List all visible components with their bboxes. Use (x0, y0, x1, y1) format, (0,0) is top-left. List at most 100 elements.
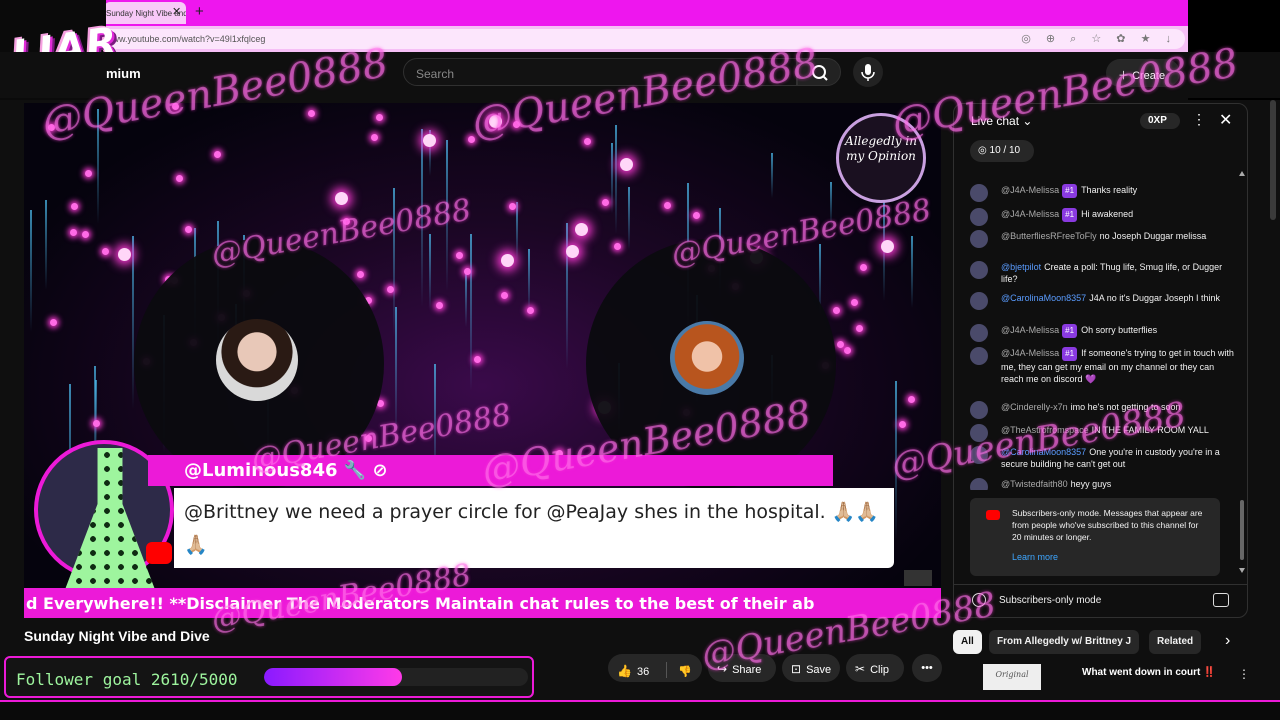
chat-message[interactable]: @Cinderelly-x7n imo he's not getting to s… (970, 401, 1235, 419)
sparkle (833, 307, 840, 314)
voice-search-button[interactable] (853, 57, 883, 87)
new-tab-icon[interactable]: + (195, 3, 204, 20)
info-icon[interactable]: i (972, 593, 986, 607)
more-actions-button[interactable]: ••• (912, 654, 942, 682)
search-input[interactable]: Search (403, 58, 797, 86)
sparkle (102, 248, 109, 255)
chat-author[interactable]: @Cinderelly-x7n (1001, 402, 1068, 412)
sparkle (172, 103, 179, 110)
filter-chips: All From Allegedly w/ Brittney J Related… (953, 630, 1253, 656)
related-thumbnail[interactable]: Original (983, 664, 1041, 690)
avatar[interactable] (970, 230, 988, 248)
follower-goal-bar (264, 668, 528, 686)
sparkle (456, 252, 463, 259)
kebab-icon[interactable]: ⋮ (1238, 667, 1250, 681)
brand-label[interactable]: mium (106, 66, 141, 81)
related-video-title[interactable]: What went down in court ‼️ (1082, 667, 1216, 678)
chat-menu-icon[interactable]: ⋮ (1192, 111, 1206, 128)
chat-message[interactable]: @J4A-Melissa #1 If someone's trying to get… (970, 347, 1235, 385)
thumbs-down-icon[interactable]: 👎 (678, 666, 692, 678)
chat-message[interactable]: @CarolinaMoon8357 J4A no it's Duggar Jose… (970, 292, 1235, 310)
chat-message[interactable]: @J4A-Melissa #1 Oh sorry butterflies (970, 324, 1235, 342)
page-scrollbar[interactable] (1270, 100, 1276, 220)
chat-text: Thanks reality (1081, 185, 1138, 195)
close-icon[interactable]: ✕ (1219, 110, 1232, 130)
search-button[interactable] (797, 58, 841, 86)
moderator-ticker: d Everywhere!! **Disclaimer The Moderato… (24, 588, 941, 618)
chat-message[interactable]: @TheAstrofromspace IN THE FAMILY ROOM YAL… (970, 424, 1235, 442)
avatar[interactable] (970, 208, 988, 226)
live-chat-title[interactable]: Live chat ⌄ (971, 114, 1032, 128)
emoji-picker-icon[interactable] (1213, 593, 1229, 607)
featured-comment-text: @Brittney we need a prayer circle for @P… (174, 488, 894, 568)
avatar[interactable] (970, 184, 988, 202)
like-count[interactable]: 36 (637, 666, 649, 678)
avatar[interactable] (970, 446, 988, 464)
avatar[interactable] (970, 347, 988, 365)
clip-button[interactable]: ✂ Clip (846, 654, 904, 682)
chat-message[interactable]: @J4A-Melissa #1 Hi awakened (970, 208, 1235, 226)
chat-author[interactable]: @TheAstrofromspace (1001, 425, 1089, 435)
avatar[interactable] (970, 478, 988, 490)
follower-goal-label: Follower goal 2610/5000 (16, 670, 238, 689)
avatar[interactable] (970, 401, 988, 419)
chat-author[interactable]: @J4A-Melissa (1001, 209, 1059, 219)
chat-author[interactable]: @J4A-Melissa (1001, 348, 1059, 358)
chat-message[interactable]: @ButterfliesRFreeToFly no Joseph Duggar m… (970, 230, 1235, 248)
bookmark-icon: ⊡ (791, 662, 802, 676)
chat-author[interactable]: @J4A-Melissa (1001, 325, 1059, 335)
share-button[interactable]: ↪ Share (708, 654, 776, 682)
like-dislike-group: 👍 36 👎 (608, 654, 702, 682)
chat-message-body: @J4A-Melissa #1 If someone's trying to get… (1001, 347, 1235, 385)
thumbs-up-icon[interactable]: 👍 (617, 664, 632, 678)
live-chat-title-text: Live chat (971, 114, 1020, 128)
sparkle (501, 254, 514, 267)
url-text: www.youtube.com/watch?v=49l1xfqlceg (106, 34, 266, 44)
chip-from-channel[interactable]: From Allegedly w/ Brittney J (989, 630, 1140, 654)
chip-related[interactable]: Related (1149, 630, 1202, 654)
chat-author[interactable]: @CarolinaMoon8357 (1001, 293, 1086, 303)
light-streak (911, 236, 913, 308)
allegedly-logo: Allegedly in my Opinion (836, 113, 926, 203)
save-button[interactable]: ⊡ Save (782, 654, 840, 682)
xp-badge[interactable]: 0XP (1140, 113, 1180, 129)
address-bar-icons[interactable]: ◎ ⊕ ⌕ ☆ ✿ ★ ↓ (1021, 32, 1177, 46)
url-field[interactable]: www.youtube.com/watch?v=49l1xfqlceg ◎ ⊕ … (100, 29, 1185, 49)
subscribers-notice: Subscribers-only mode. Messages that app… (970, 498, 1220, 576)
related-video-item[interactable]: Original What went down in court ‼️ ⋮ (983, 664, 1250, 690)
chat-author[interactable]: @J4A-Melissa (1001, 185, 1059, 195)
avatar[interactable] (970, 292, 988, 310)
chevron-right-icon[interactable]: › (1225, 632, 1230, 650)
poll-counter[interactable]: ◎ 10 / 10 (970, 140, 1034, 162)
more-icon: ••• (921, 662, 933, 674)
search-placeholder: Search (416, 67, 455, 81)
chat-author[interactable]: @CarolinaMoon8357 (1001, 447, 1086, 457)
sparkle (474, 356, 481, 363)
learn-more-link[interactable]: Learn more (1012, 552, 1058, 562)
scissors-icon: ✂ (855, 662, 866, 676)
chat-message-body: @J4A-Melissa #1 Thanks reality (1001, 184, 1235, 198)
allegedly-logo-text: Allegedly in my Opinion (845, 134, 917, 163)
sparkle (614, 243, 621, 250)
avatar[interactable] (970, 261, 988, 279)
featured-comment-author: @Luminous846 🔧 ⊘ (148, 455, 833, 486)
chat-message[interactable]: @J4A-Melissa #1 Thanks reality (970, 184, 1235, 202)
chat-author[interactable]: @Twistedfaith80 (1001, 479, 1068, 489)
sparkle (837, 341, 844, 348)
chat-author[interactable]: @ButterfliesRFreeToFly (1001, 231, 1097, 241)
chat-scrollbar[interactable] (1239, 170, 1245, 574)
light-streak (611, 143, 613, 214)
chat-message[interactable]: @CarolinaMoon8357 One you're in custody y… (970, 446, 1235, 470)
chat-text: imo he's not getting to soon (1070, 402, 1181, 412)
chat-messages: @J4A-Melissa #1 Thanks reality @J4A-Melissa… (954, 170, 1239, 490)
chat-message[interactable]: @Twistedfaith80 heyy guys (970, 478, 1235, 490)
chat-message-body: @TheAstrofromspace IN THE FAMILY ROOM YAL… (1001, 424, 1235, 436)
tab-close-icon[interactable]: ✕ (172, 5, 181, 18)
chip-all[interactable]: All (953, 630, 982, 654)
chat-message[interactable]: @bjetpilot Create a poll: Thug life, Smug… (970, 261, 1235, 285)
chat-author[interactable]: @bjetpilot (1001, 262, 1041, 272)
light-streak (465, 271, 467, 327)
avatar[interactable] (970, 424, 988, 442)
avatar[interactable] (970, 324, 988, 342)
create-button[interactable]: ＋ Create (1106, 59, 1180, 87)
